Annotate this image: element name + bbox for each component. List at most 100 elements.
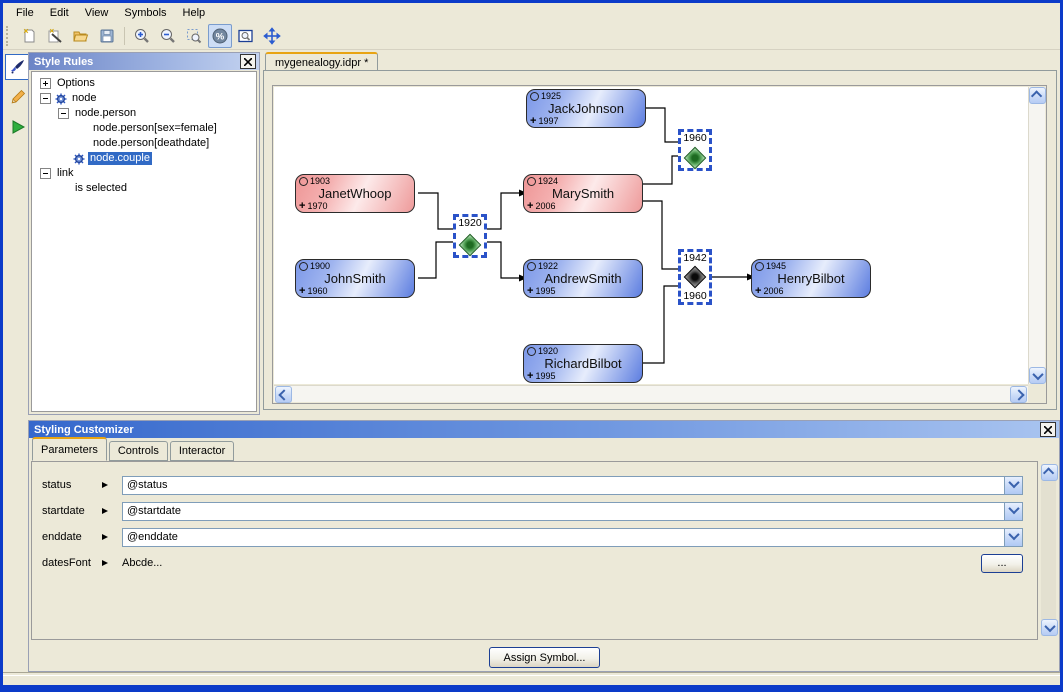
death-icon: +: [527, 372, 533, 381]
document-tab-label: mygenealogy.idpr *: [275, 57, 368, 69]
scroll-left-icon[interactable]: [275, 386, 292, 403]
expand-icon[interactable]: [40, 78, 51, 89]
style-brush-icon[interactable]: [5, 54, 30, 80]
death-icon: +: [299, 287, 305, 296]
tab-interactor[interactable]: Interactor: [170, 441, 234, 461]
edit-pencil-icon[interactable]: [5, 84, 30, 110]
person-name: JanetWhoop: [296, 186, 414, 201]
zoom-out-icon[interactable]: [156, 24, 180, 48]
couple-diamond-icon[interactable]: [684, 266, 707, 289]
collapse-icon[interactable]: [40, 93, 51, 104]
tree-item-label: is selected: [73, 182, 129, 195]
tree-item-node-person[interactable]: node.person: [32, 106, 256, 121]
parameter-arrow-icon[interactable]: [102, 508, 108, 514]
tree-item-link[interactable]: link: [32, 166, 256, 181]
tree-item-is-selected[interactable]: is selected: [32, 181, 256, 196]
scroll-up-icon[interactable]: [1029, 87, 1046, 104]
customizer-scrollbar[interactable]: [1041, 464, 1056, 636]
toolbar-separator: [124, 27, 125, 45]
family-link[interactable]: [646, 108, 678, 142]
tree-item-label: node: [70, 92, 98, 105]
menu-file[interactable]: File: [8, 5, 42, 21]
birth-icon: [530, 92, 539, 101]
scroll-down-icon[interactable]: [1029, 367, 1046, 384]
parameter-arrow-icon[interactable]: [102, 560, 108, 566]
font-picker-button[interactable]: ...: [981, 554, 1023, 573]
style-rules-titlebar[interactable]: Style Rules: [29, 53, 259, 70]
couple-node-1920[interactable]: 1920: [453, 214, 487, 258]
scroll-right-icon[interactable]: [1010, 386, 1027, 403]
menu-view[interactable]: View: [77, 5, 117, 21]
overview-icon[interactable]: [234, 24, 258, 48]
application-window: FileEditViewSymbolsHelp %: [0, 0, 1063, 692]
tree-item-node-person-deathdate-[interactable]: node.person[deathdate]: [32, 136, 256, 151]
close-icon[interactable]: [1040, 422, 1056, 437]
status-combobox[interactable]: @status: [122, 476, 1023, 495]
zoom-in-icon[interactable]: [130, 24, 154, 48]
combobox-value: @enddate: [123, 531, 1004, 543]
person-node-henrybilbot[interactable]: 1945HenryBilbot+2006: [751, 259, 871, 298]
document-tab[interactable]: mygenealogy.idpr *: [265, 52, 378, 72]
diagram-viewport[interactable]: 1925JackJohnson+19971903JanetWhoop+19701…: [274, 87, 1028, 384]
diagram-view-frame: 1925JackJohnson+19971903JanetWhoop+19701…: [272, 85, 1047, 404]
person-node-andrewsmith[interactable]: 1922AndrewSmith+1995: [523, 259, 643, 298]
tree-item-label: node.couple: [88, 152, 152, 165]
close-icon[interactable]: [240, 54, 256, 69]
tab-controls[interactable]: Controls: [109, 441, 168, 461]
startdate-combobox[interactable]: @startdate: [122, 502, 1023, 521]
birth-year: 1903: [299, 176, 330, 186]
couple-node-1960[interactable]: 1960: [678, 129, 712, 171]
side-toolbar: [4, 52, 30, 685]
collapse-icon[interactable]: [40, 168, 51, 179]
toolbar-grip[interactable]: [6, 26, 11, 46]
birth-year: 1922: [527, 261, 558, 271]
open-folder-icon[interactable]: [69, 24, 93, 48]
family-link[interactable]: [643, 201, 678, 269]
pan-icon[interactable]: [260, 24, 284, 48]
scroll-up-icon[interactable]: [1041, 464, 1058, 481]
family-link[interactable]: [418, 242, 453, 278]
parameter-row-status: status@status: [42, 475, 1023, 495]
person-node-marysmith[interactable]: 1924MarySmith+2006: [523, 174, 643, 213]
save-icon[interactable]: [95, 24, 119, 48]
family-link[interactable]: [487, 242, 521, 278]
couple-node-1942-1960[interactable]: 19421960: [678, 249, 712, 305]
parameter-arrow-icon[interactable]: [102, 534, 108, 540]
tree-item-options[interactable]: Options: [32, 76, 256, 91]
horizontal-scrollbar[interactable]: [274, 385, 1028, 402]
person-node-richardbilbot[interactable]: 1920RichardBilbot+1995: [523, 344, 643, 383]
family-link[interactable]: [418, 193, 453, 229]
tree-item-node[interactable]: node: [32, 91, 256, 106]
run-icon[interactable]: [5, 114, 30, 140]
combobox-value: @startdate: [123, 505, 1004, 517]
chevron-down-icon[interactable]: [1004, 529, 1022, 546]
family-link[interactable]: [643, 286, 678, 363]
new-document-icon[interactable]: [17, 24, 41, 48]
chevron-down-icon[interactable]: [1004, 503, 1022, 520]
collapse-icon[interactable]: [58, 108, 69, 119]
person-node-janetwhoop[interactable]: 1903JanetWhoop+1970: [295, 174, 415, 213]
chevron-down-icon[interactable]: [1004, 477, 1022, 494]
zoom-percent-icon[interactable]: %: [208, 24, 232, 48]
person-node-jackjohnson[interactable]: 1925JackJohnson+1997: [526, 89, 646, 128]
tree-item-node-person-sex-female-[interactable]: node.person[sex=female]: [32, 121, 256, 136]
vertical-scrollbar[interactable]: [1028, 87, 1045, 384]
enddate-combobox[interactable]: @enddate: [122, 528, 1023, 547]
tree-item-node-couple[interactable]: node.couple: [32, 151, 256, 166]
menu-symbols[interactable]: Symbols: [116, 5, 174, 21]
menu-help[interactable]: Help: [175, 5, 214, 21]
family-link[interactable]: [643, 156, 678, 184]
person-node-johnsmith[interactable]: 1900JohnSmith+1960: [295, 259, 415, 298]
menu-edit[interactable]: Edit: [42, 5, 77, 21]
couple-diamond-icon[interactable]: [684, 147, 707, 170]
parameter-arrow-icon[interactable]: [102, 482, 108, 488]
tab-parameters[interactable]: Parameters: [32, 437, 107, 461]
styling-customizer-titlebar[interactable]: Styling Customizer: [29, 421, 1059, 438]
zoom-area-icon[interactable]: [182, 24, 206, 48]
edit-wand-icon[interactable]: [43, 24, 67, 48]
couple-diamond-icon[interactable]: [459, 234, 482, 257]
family-link[interactable]: [487, 193, 521, 229]
assign-symbol-button[interactable]: Assign Symbol...: [489, 647, 600, 668]
scroll-down-icon[interactable]: [1041, 619, 1058, 636]
marriage-year: 1960: [682, 132, 707, 144]
